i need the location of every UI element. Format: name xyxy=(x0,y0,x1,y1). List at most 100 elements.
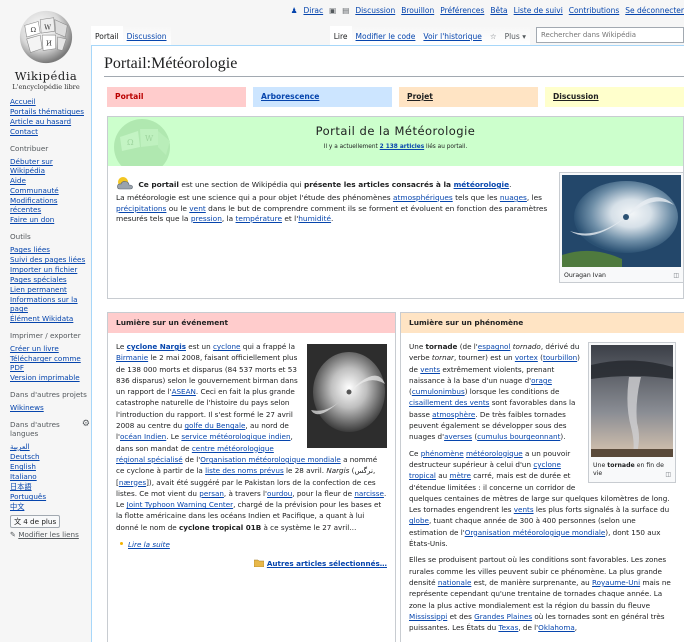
tab-discussion[interactable]: Discussion xyxy=(122,26,171,45)
more-articles-link[interactable]: Autres articles sélectionnés… xyxy=(267,559,387,568)
link-mississippi[interactable]: Mississippi xyxy=(409,612,447,621)
language-link-item[interactable]: العربية xyxy=(10,442,90,451)
link-organisation-meteorologique-mondiale[interactable]: Organisation météorologique mondiale xyxy=(200,455,341,464)
sidebar-item-version-imprimable[interactable]: Version imprimable xyxy=(10,373,90,382)
link-tourbillon[interactable]: tourbillon xyxy=(543,353,577,362)
gear-icon[interactable]: ⚙ xyxy=(82,420,90,429)
sidebar-item-debuter-sur-wikipedia[interactable]: Débuter sur Wikipédia xyxy=(10,157,90,175)
portal-tab-projet[interactable]: Projet xyxy=(399,87,538,107)
tab-history[interactable]: Voir l'historique xyxy=(419,26,486,45)
link-cyclone-nargis[interactable]: cyclone Nargis xyxy=(127,342,186,351)
sidebar-item-pages-speciales[interactable]: Pages spéciales xyxy=(10,275,90,284)
link-narcisse[interactable]: narcisse xyxy=(354,489,384,498)
personal-link-brouillon[interactable]: Brouillon xyxy=(401,6,434,15)
more-menu[interactable]: Plus ▾ xyxy=(500,26,530,45)
sidebar-item-communaute[interactable]: Communauté xyxy=(10,186,90,195)
language-link-item[interactable]: 日本語 xyxy=(10,482,90,491)
personal-link-contributions[interactable]: Contributions xyxy=(569,6,619,15)
link-vortex[interactable]: vortex xyxy=(515,353,538,362)
language-link-english[interactable]: English xyxy=(10,462,90,471)
article-count-link[interactable]: 2 138 articles xyxy=(380,144,425,150)
link-meteorologique[interactable]: météorologique xyxy=(466,449,523,458)
personal-link-liste-de-suivi[interactable]: Liste de suivi xyxy=(514,6,563,15)
link-vents[interactable]: vents xyxy=(420,365,440,374)
link-cyclone[interactable]: cyclone xyxy=(213,342,241,351)
link-vents[interactable]: vents xyxy=(514,505,534,514)
link-asean[interactable]: ASEAN xyxy=(172,387,196,396)
link-humidite[interactable]: humidité xyxy=(298,214,331,223)
link-liste-des-noms-prevus[interactable]: liste des noms prévus xyxy=(205,466,284,475)
sidebar-item-lien-permanent[interactable]: Lien permanent xyxy=(10,285,90,294)
sidebar-item-importer-un-fichier[interactable]: Importer un fichier xyxy=(10,265,90,274)
tab-portal[interactable]: Portail xyxy=(91,26,123,45)
tab-read[interactable]: Lire xyxy=(329,26,352,45)
hurricane-ivan-thumbnail[interactable]: Ouragan Ivan ◫ xyxy=(559,172,684,283)
user-link[interactable]: Dirac xyxy=(303,6,323,15)
language-link-italiano[interactable]: Italiano xyxy=(10,472,90,481)
more-languages-button[interactable]: 文 4 de plus xyxy=(10,515,61,528)
link-cumulonimbus[interactable]: cumulonimbus xyxy=(412,387,465,396)
cyclone-nargis-image[interactable] xyxy=(307,344,387,448)
link-n-r-es[interactable]: nærɡes xyxy=(119,478,146,487)
sidebar-item-suivi-des-pages-liees[interactable]: Suivi des pages liées xyxy=(10,255,90,264)
link-averses[interactable]: averses xyxy=(444,432,472,441)
sidebar-item-creer-un-livre[interactable]: Créer un livre xyxy=(10,344,90,353)
sidebar-item-accueil[interactable]: Accueil xyxy=(10,97,90,106)
sidebar-item-element-wikidata[interactable]: Élément Wikidata xyxy=(10,314,90,323)
link-texas[interactable]: Texas xyxy=(498,623,518,632)
personal-link-se-deconnecter[interactable]: Se déconnecter xyxy=(625,6,684,15)
notices-icon[interactable]: ▤ xyxy=(342,6,349,15)
personal-link-discussion[interactable]: Discussion xyxy=(355,6,395,15)
link-oklahoma[interactable]: Oklahoma xyxy=(538,623,575,632)
language-link-item[interactable]: 中文 xyxy=(10,502,90,511)
portal-tab-discussion[interactable]: Discussion xyxy=(545,87,684,107)
link-phenomene[interactable]: phénomène xyxy=(421,449,464,458)
alerts-icon[interactable]: ▣ xyxy=(329,6,336,15)
link-metre[interactable]: mètre xyxy=(449,471,470,480)
language-link-deutsch[interactable]: Deutsch xyxy=(10,452,90,461)
personal-link-beta[interactable]: Bêta xyxy=(490,6,507,15)
edit-links-link[interactable]: ✎ Modifier les liens xyxy=(10,530,90,539)
link-temperature[interactable]: température xyxy=(236,214,282,223)
tornado-thumbnail[interactable]: Une tornade en fin de vie ◫ xyxy=(588,342,676,484)
tab-edit-source[interactable]: Modifier le code xyxy=(351,26,420,45)
watch-star-icon[interactable]: ☆ xyxy=(485,26,501,45)
link-grandes-plaines[interactable]: Grandes Plaines xyxy=(474,612,532,621)
link-organisation-meteorologique-mondiale[interactable]: Organisation météorologique mondiale xyxy=(465,528,606,537)
link-espagnol[interactable]: espagnol xyxy=(478,342,511,351)
read-more-link[interactable]: Lire la suite xyxy=(128,540,170,549)
link-orage[interactable]: orage xyxy=(531,376,552,385)
personal-link-preferences[interactable]: Préférences xyxy=(440,6,484,15)
link-nuages[interactable]: nuages xyxy=(500,193,527,202)
link-atmosphere[interactable]: atmosphère xyxy=(432,410,475,419)
site-logo[interactable]: Ω W И Wikipédia L'encyclopédie libre xyxy=(6,8,86,91)
link-nationale[interactable]: nationale xyxy=(438,578,472,587)
sidebar-item-pages-liees[interactable]: Pages liées xyxy=(10,245,90,254)
link-joint-typhoon-warning-center[interactable]: Joint Typhoon Warning Center xyxy=(127,500,233,509)
language-link-portugues[interactable]: Português xyxy=(10,492,90,501)
enlarge-icon[interactable]: ◫ xyxy=(673,272,679,279)
link-royaume-uni[interactable]: Royaume-Uni xyxy=(592,578,640,587)
portal-tab-arborescence[interactable]: Arborescence xyxy=(253,87,392,107)
sidebar-item-contact[interactable]: Contact xyxy=(10,127,90,136)
link-globe[interactable]: globe xyxy=(409,516,429,525)
sidebar-item-informations-sur-la-page[interactable]: Informations sur la page xyxy=(10,295,90,313)
link-ocean-indien[interactable]: océan Indien xyxy=(120,432,166,441)
sidebar-item-article-au-hasard[interactable]: Article au hasard xyxy=(10,117,90,126)
link-birmanie[interactable]: Birmanie xyxy=(116,353,148,362)
link-persan[interactable]: persan xyxy=(199,489,224,498)
sidebar-item-faire-un-don[interactable]: Faire un don xyxy=(10,215,90,224)
link-cumulus-bourgeonnant[interactable]: cumulus bourgeonnant xyxy=(477,432,560,441)
portal-tab-portail[interactable]: Portail xyxy=(107,87,246,107)
link-cisaillement-des-vents[interactable]: cisaillement des vents xyxy=(409,398,489,407)
meteorology-link[interactable]: météorologie xyxy=(454,180,510,189)
link-ourdou[interactable]: ourdou xyxy=(267,489,292,498)
link-precipitations[interactable]: précipitations xyxy=(116,204,166,213)
sidebar-item-wikinews[interactable]: Wikinews xyxy=(10,403,90,412)
search-input[interactable] xyxy=(536,27,684,43)
link-pression[interactable]: pression xyxy=(191,214,222,223)
link-atmospheriques[interactable]: atmosphériques xyxy=(393,193,453,202)
sidebar-item-portails-thematiques[interactable]: Portails thématiques xyxy=(10,107,90,116)
link-service-meteorologique-indien[interactable]: service météorologique indien xyxy=(181,432,290,441)
link-golfe-du-bengale[interactable]: golfe du Bengale xyxy=(184,421,245,430)
